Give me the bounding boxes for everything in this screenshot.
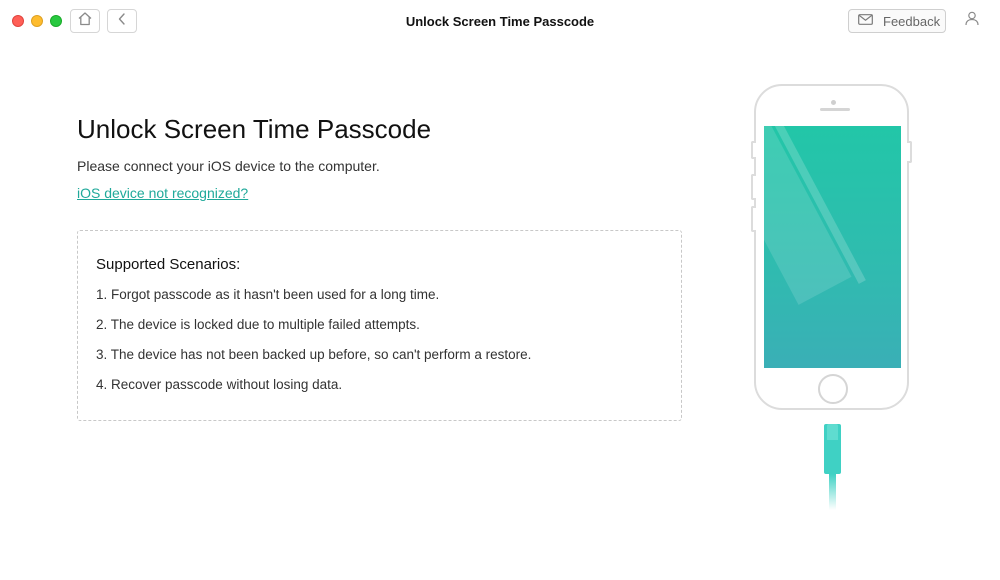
connect-instruction: Please connect your iOS device to the co… [77,158,380,174]
phone-power-button [907,141,912,163]
iphone-illustration [751,84,912,410]
user-icon [965,11,979,31]
device-not-recognized-link[interactable]: iOS device not recognized? [77,185,248,201]
title-bar: Unlock Screen Time Passcode Feedback [0,0,1000,44]
scenario-item: 4. Recover passcode without losing data. [96,377,343,392]
phone-speaker [820,108,850,111]
phone-volume-down [751,206,756,232]
app-window: Unlock Screen Time Passcode Feedback Unl… [0,0,1000,580]
scenario-item: 3. The device has not been backed up bef… [96,347,532,362]
scenarios-list: 1. Forgot passcode as it hasn't been use… [96,287,531,407]
phone-home-button [818,374,848,404]
phone-mute-switch [751,141,756,159]
scenarios-heading: Supported Scenarios: [96,256,241,273]
scenario-item: 2. The device is locked due to multiple … [96,317,420,332]
screen-glare [764,126,852,305]
envelope-icon [858,12,873,30]
scenario-item: 1. Forgot passcode as it hasn't been use… [96,287,440,302]
supported-scenarios-box: Supported Scenarios: 1. Forgot passcode … [77,230,682,421]
phone-camera [831,100,836,105]
account-button[interactable] [962,11,982,31]
phone-volume-up [751,174,756,200]
feedback-button[interactable]: Feedback [848,9,946,33]
lightning-cable-tip [827,424,838,440]
page-title: Unlock Screen Time Passcode [77,114,432,144]
feedback-label: Feedback [883,13,941,29]
phone-screen [764,126,901,368]
lightning-cable-wire [829,474,836,510]
